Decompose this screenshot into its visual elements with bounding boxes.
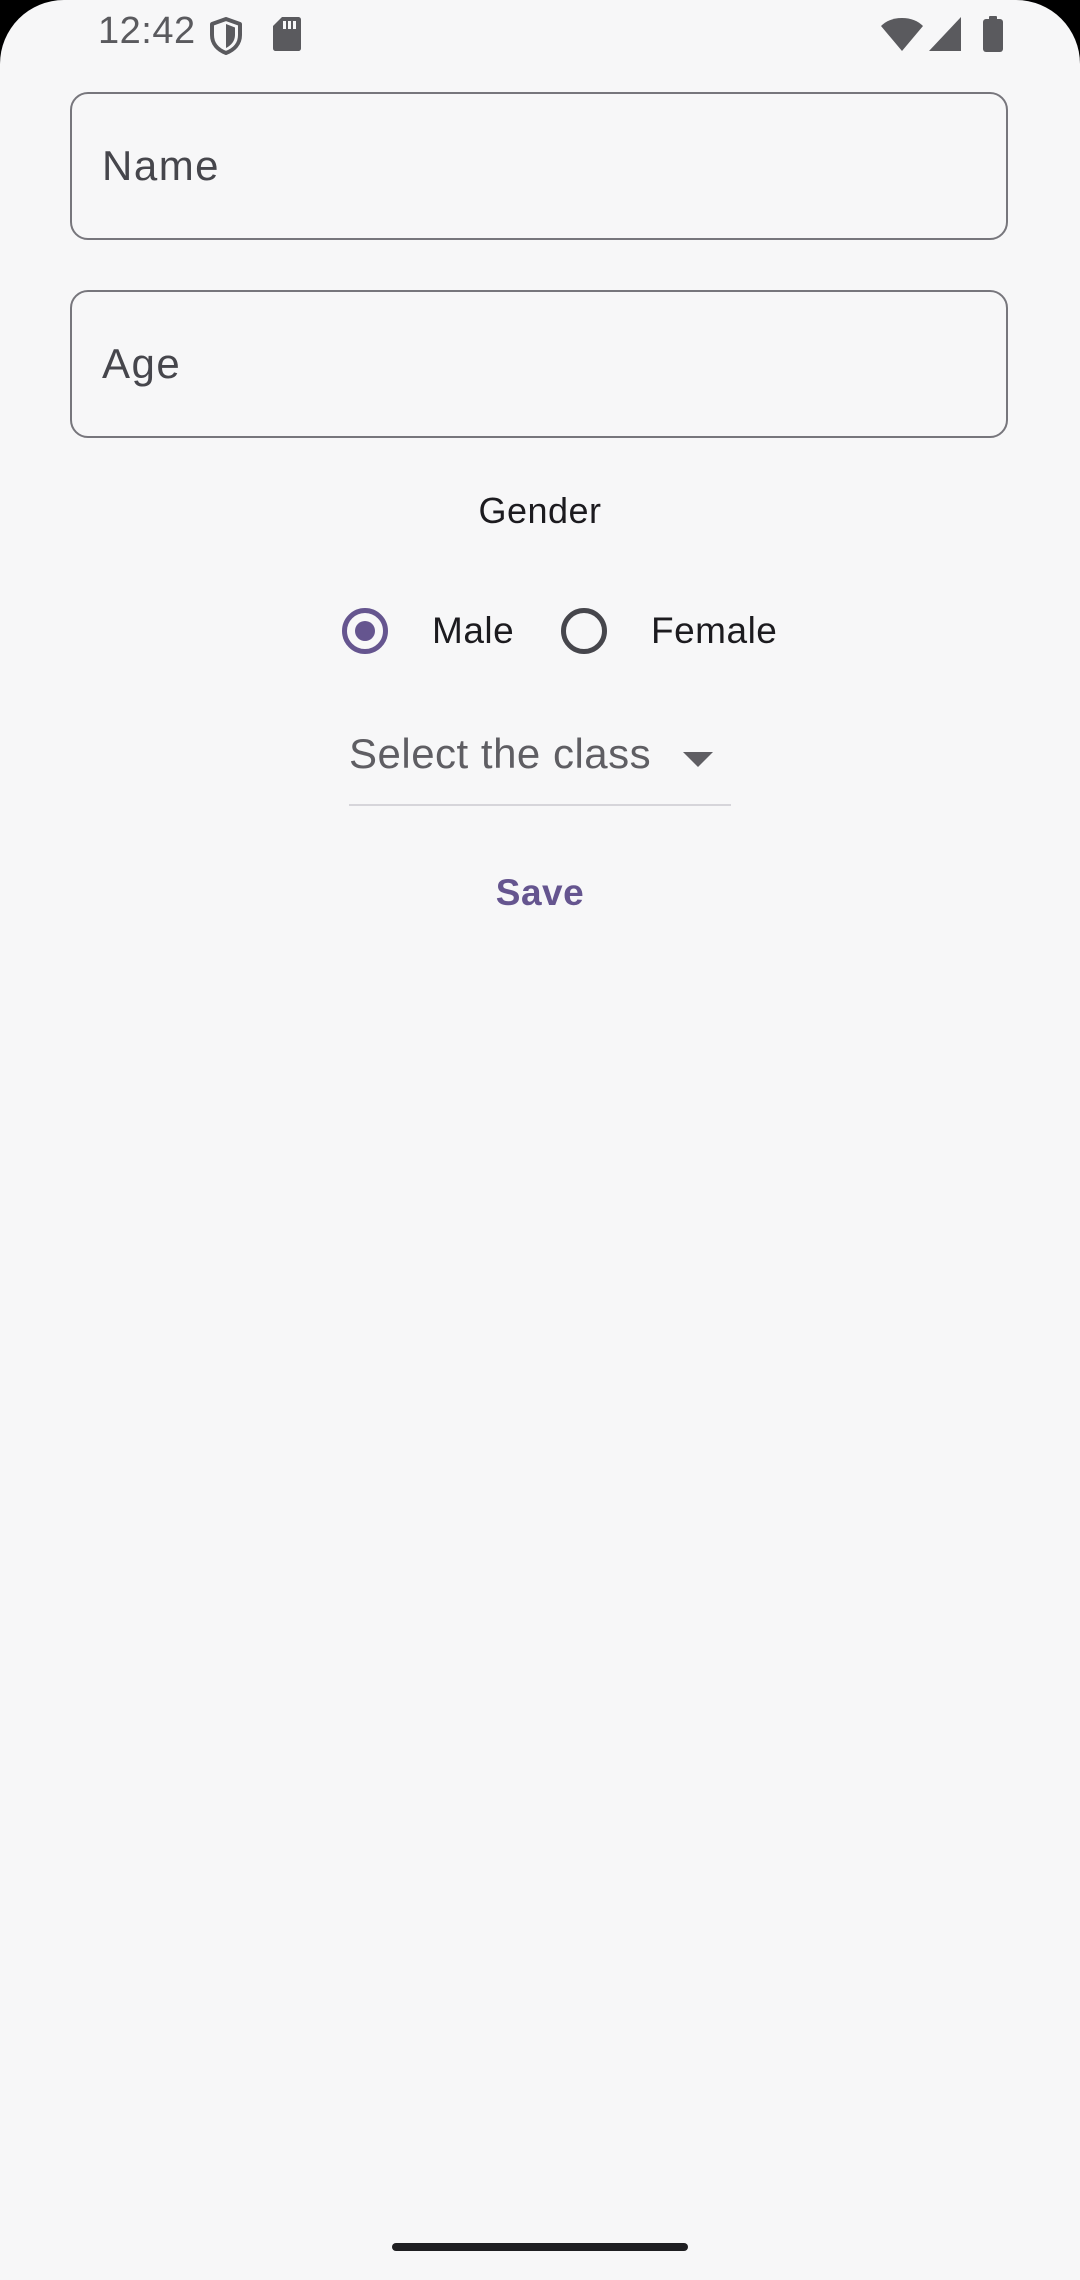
radio-male[interactable]: Male [342, 596, 514, 666]
gesture-navigation-handle[interactable] [392, 2243, 688, 2251]
battery-icon [983, 16, 1003, 52]
class-dropdown[interactable]: Select the class [349, 728, 731, 806]
radio-male-indicator[interactable] [342, 608, 388, 654]
caret-down-icon [683, 752, 713, 767]
signal-icon [929, 17, 961, 51]
status-time: 12:42 [98, 10, 196, 52]
age-field[interactable] [70, 290, 1008, 438]
app-screen: 12:42 Gender Male [0, 0, 1080, 2280]
name-input[interactable] [102, 94, 972, 238]
radio-female[interactable]: Female [561, 596, 777, 666]
radio-female-label: Female [651, 610, 778, 651]
radio-female-indicator[interactable] [561, 608, 607, 654]
age-input[interactable] [102, 292, 972, 436]
name-field[interactable] [70, 92, 1008, 240]
sd-card-icon [273, 17, 301, 51]
wifi-icon [881, 18, 923, 51]
status-bar: 12:42 [0, 0, 1080, 68]
class-dropdown-hint: Select the class [349, 730, 652, 777]
radio-male-label: Male [432, 610, 515, 651]
gender-radio-group: Male Female [0, 596, 1080, 666]
save-button[interactable]: Save [470, 860, 610, 926]
gender-label: Gender [478, 490, 602, 531]
shield-icon [210, 17, 242, 55]
